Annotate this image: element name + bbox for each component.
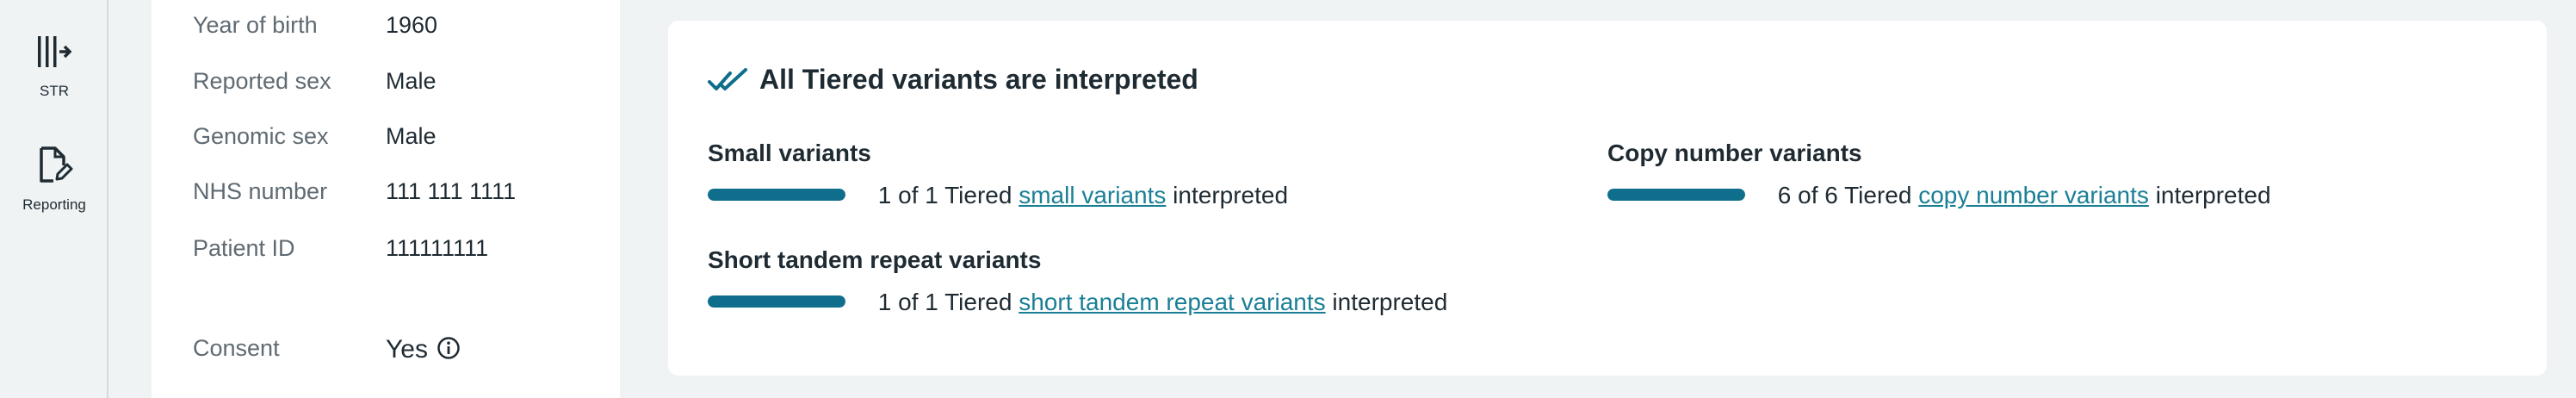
row-label: Consent: [193, 335, 280, 361]
str-variants-progress-bar: [708, 295, 845, 308]
status-suffix: interpreted: [1332, 289, 1448, 315]
info-icon[interactable]: [437, 336, 461, 360]
row-value: Male: [386, 68, 437, 94]
status-prefix: 1 of 1 Tiered: [877, 182, 1012, 208]
str-variants-link[interactable]: short tandem repeat variants: [1019, 289, 1325, 315]
variant-summary-card: All Tiered variants are interpreted Smal…: [668, 21, 2547, 376]
double-check-icon: [708, 68, 747, 90]
progress-fill: [1607, 189, 1745, 201]
status-prefix: 1 of 1 Tiered: [877, 289, 1012, 315]
small-variants-title: Small variants: [708, 140, 871, 166]
row-label: Patient ID: [193, 235, 295, 261]
str-columns-icon: [38, 36, 72, 67]
row-label: Genomic sex: [193, 123, 329, 149]
left-nav-rail: STR Reporting: [0, 0, 108, 398]
str-nav-button[interactable]: STR: [0, 34, 108, 100]
copy-number-variants-link[interactable]: copy number variants: [1918, 182, 2149, 208]
status-suffix: interpreted: [1173, 182, 1289, 208]
row-value: 111 111 1111: [386, 178, 517, 204]
report-edit-icon: [40, 146, 73, 183]
reporting-nav-label: Reporting: [22, 196, 86, 213]
row-label: NHS number: [193, 178, 328, 204]
consent-value-wrap: Yes: [386, 335, 461, 364]
str-variants-status: 1 of 1 Tiered short tandem repeat varian…: [708, 289, 1447, 316]
row-value: Male: [386, 123, 437, 149]
small-variants-status: 1 of 1 Tiered small variants interpreted: [708, 182, 1288, 209]
progress-fill: [708, 189, 845, 201]
row-label: Reported sex: [193, 68, 331, 94]
copy-number-variants-progress-bar: [1607, 189, 1745, 201]
row-value: 1960: [386, 12, 438, 38]
str-variants-title: Short tandem repeat variants: [708, 246, 1042, 273]
patient-info-panel: Year of birth 1960 Reported sex Male Gen…: [152, 0, 620, 398]
row-label: Year of birth: [193, 12, 318, 38]
status-prefix: 6 of 6 Tiered: [1777, 182, 1912, 208]
summary-title: All Tiered variants are interpreted: [759, 64, 1198, 95]
str-nav-label: STR: [40, 83, 69, 99]
reporting-nav-button[interactable]: Reporting: [0, 145, 108, 214]
copy-number-variants-status: 6 of 6 Tiered copy number variants inter…: [1607, 182, 2271, 209]
summary-heading: All Tiered variants are interpreted: [708, 64, 1198, 96]
progress-fill: [708, 295, 845, 308]
row-value: 111111111: [386, 235, 489, 261]
small-variants-progress-bar: [708, 189, 845, 201]
status-suffix: interpreted: [2155, 182, 2271, 208]
small-variants-link[interactable]: small variants: [1019, 182, 1166, 208]
copy-number-variants-title: Copy number variants: [1607, 140, 1862, 166]
consent-value: Yes: [386, 335, 428, 364]
